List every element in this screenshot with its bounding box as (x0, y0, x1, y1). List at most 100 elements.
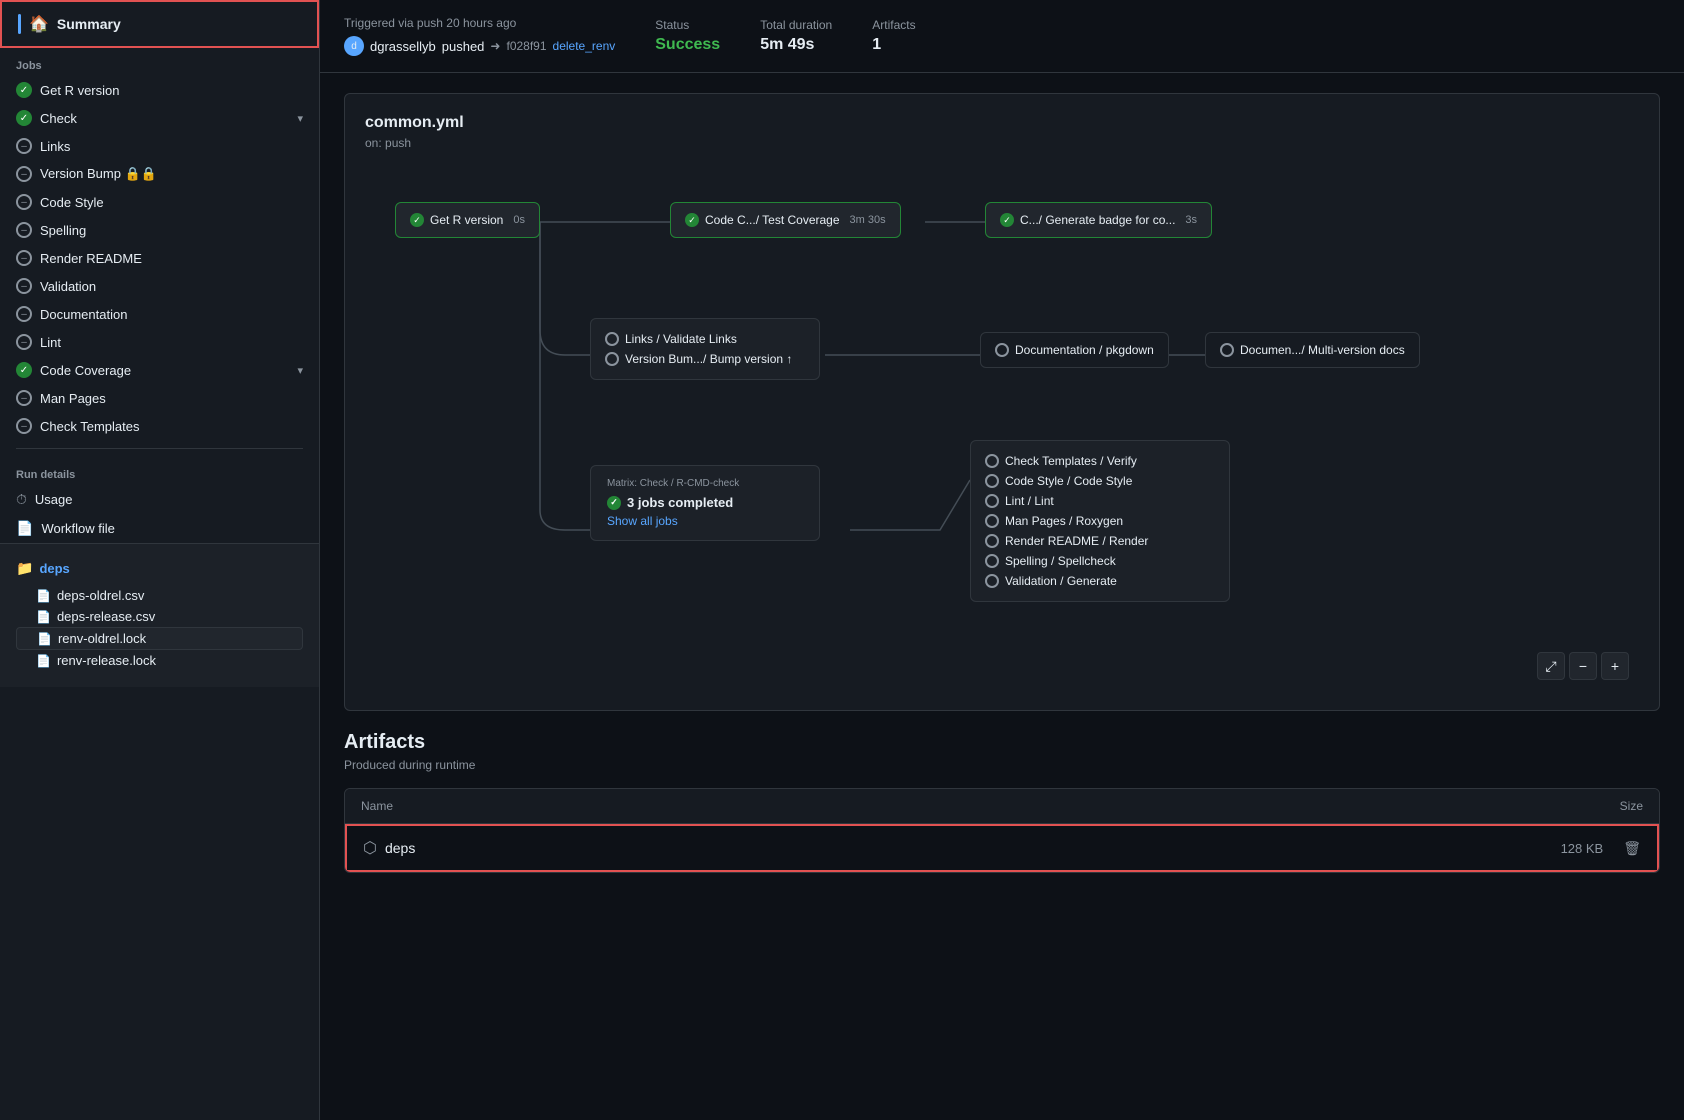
node-label: C.../ Generate badge for co... (1020, 213, 1175, 227)
workflow-section: common.yml on: push (344, 93, 1660, 711)
branch-link[interactable]: delete_renv (553, 39, 616, 53)
sidebar-item-check[interactable]: ✓ Check ▾ (0, 104, 319, 132)
node-row-version-bump[interactable]: Version Bum.../ Bump version ↑ (605, 349, 805, 369)
action-text: pushed (442, 39, 485, 54)
node-generate-badge[interactable]: ✓ C.../ Generate badge for co... 3s (985, 202, 1212, 238)
success-icon: ✓ (16, 110, 32, 126)
job-label: Links (40, 139, 70, 154)
job-label: Version Bump 🔒🔒 (40, 166, 157, 182)
node-duration: 0s (513, 214, 525, 226)
skip-icon (16, 278, 32, 294)
artifacts-title: Artifacts (344, 731, 1660, 754)
artifact-name[interactable]: deps (385, 840, 415, 856)
node-row-validation[interactable]: Validation / Generate (985, 571, 1215, 591)
pending-icon (605, 332, 619, 346)
node-row-code-style[interactable]: Code Style / Code Style (985, 471, 1215, 491)
sidebar-item-documentation[interactable]: Documentation (0, 300, 319, 328)
connector-lines (365, 170, 1639, 690)
job-label: Spelling (40, 223, 86, 238)
node-label: Spelling / Spellcheck (1005, 554, 1116, 568)
trigger-detail: d dgrassellyb pushed ➜ f028f91 delete_re… (344, 36, 615, 56)
jobs-count-text: 3 jobs completed (627, 495, 733, 510)
workflow-file-label: Workflow file (41, 521, 114, 536)
sidebar-summary[interactable]: 🏠 Summary (0, 0, 319, 48)
sidebar-item-version-bump[interactable]: Version Bump 🔒🔒 (0, 160, 319, 188)
file-name: renv-oldrel.lock (58, 631, 146, 646)
node-docs-pkgdown[interactable]: Documentation / pkgdown (980, 332, 1169, 368)
summary-label: Summary (57, 16, 121, 32)
sidebar-item-render-readme[interactable]: Render README (0, 244, 319, 272)
zoom-minus-button[interactable]: − (1569, 652, 1597, 680)
sidebar-item-validation[interactable]: Validation (0, 272, 319, 300)
skip-icon (16, 334, 32, 350)
pending-icon (985, 574, 999, 588)
success-icon: ✓ (1000, 213, 1014, 227)
artifacts-stat: Artifacts 1 (872, 18, 915, 54)
run-details-label: Run details (0, 457, 319, 485)
sidebar-item-get-r-version[interactable]: ✓ Get R version (0, 76, 319, 104)
info-bar: Triggered via push 20 hours ago d dgrass… (320, 0, 1684, 73)
skip-icon (16, 390, 32, 406)
sidebar-item-lint[interactable]: Lint (0, 328, 319, 356)
pending-icon (605, 352, 619, 366)
duration-value: 5m 49s (760, 36, 832, 54)
node-label: Render README / Render (1005, 534, 1148, 548)
skip-icon (16, 306, 32, 322)
node-label: Lint / Lint (1005, 494, 1054, 508)
sidebar-item-code-style[interactable]: Code Style (0, 188, 319, 216)
jobs-section-label: Jobs (0, 48, 319, 76)
sidebar-item-code-coverage[interactable]: ✓ Code Coverage ▾ (0, 356, 319, 384)
sidebar: 🏠 Summary Jobs ✓ Get R version ✓ Check ▾… (0, 0, 320, 1120)
file-item-renv-release-lock[interactable]: 📄 renv-release.lock (16, 650, 303, 671)
artifacts-label: Artifacts (872, 18, 915, 32)
zoom-plus-button[interactable]: + (1601, 652, 1629, 680)
username: dgrassellyb (370, 39, 436, 54)
sidebar-item-workflow-file[interactable]: 📄 Workflow file (0, 514, 319, 543)
node-row-lint[interactable]: Lint / Lint (985, 491, 1215, 511)
usage-label: Usage (35, 492, 73, 507)
file-item-deps-oldrel-csv[interactable]: 📄 deps-oldrel.csv (16, 585, 303, 606)
file-icon: 📄 (36, 589, 51, 603)
status-label: Status (655, 18, 720, 32)
col-size: Size (1620, 799, 1643, 813)
sidebar-item-usage[interactable]: ⏱ Usage (0, 485, 319, 514)
artifact-row-wrapper: ⬡ deps 128 KB 🗑 (345, 824, 1659, 872)
node-row-man-pages[interactable]: Man Pages / Roxygen (985, 511, 1215, 531)
artifacts-table: Name Size ⬡ deps 128 KB 🗑 (344, 788, 1660, 873)
folder-icon: 📁 (16, 560, 33, 577)
node-row-render-readme[interactable]: Render README / Render (985, 531, 1215, 551)
artifacts-subtitle: Produced during runtime (344, 758, 1660, 772)
pending-icon (985, 454, 999, 468)
job-label: Lint (40, 335, 61, 350)
sidebar-item-check-templates[interactable]: Check Templates (0, 412, 319, 440)
file-item-renv-oldrel-lock[interactable]: 📄 renv-oldrel.lock (16, 627, 303, 650)
parallel-jobs-group: Check Templates / Verify Code Style / Co… (970, 440, 1230, 602)
delete-artifact-button[interactable]: 🗑 (1623, 840, 1641, 857)
skip-icon (16, 418, 32, 434)
clock-icon: ⏱ (16, 491, 27, 508)
node-code-coverage[interactable]: ✓ Code C.../ Test Coverage 3m 30s (670, 202, 901, 238)
file-name: deps-release.csv (57, 609, 155, 624)
sidebar-item-man-pages[interactable]: Man Pages (0, 384, 319, 412)
zoom-expand-button[interactable]: ⤢ (1537, 652, 1565, 680)
col-name: Name (361, 799, 393, 813)
workflow-trigger: on: push (365, 136, 1639, 150)
sidebar-item-links[interactable]: Links (0, 132, 319, 160)
job-label: Documentation (40, 307, 127, 322)
node-row-check-templates[interactable]: Check Templates / Verify (985, 451, 1215, 471)
status-value: Success (655, 36, 720, 54)
node-row-links[interactable]: Links / Validate Links (605, 329, 805, 349)
show-all-jobs-link[interactable]: Show all jobs (607, 514, 803, 528)
success-icon: ✓ (410, 213, 424, 227)
node-docs-multi[interactable]: Documen.../ Multi-version docs (1205, 332, 1420, 368)
node-row-spelling[interactable]: Spelling / Spellcheck (985, 551, 1215, 571)
main-content: Triggered via push 20 hours ago d dgrass… (320, 0, 1684, 1120)
node-label: Version Bum.../ Bump version ↑ (625, 352, 792, 366)
node-get-r-version[interactable]: ✓ Get R version 0s (395, 202, 540, 238)
node-label: Get R version (430, 213, 503, 227)
sidebar-item-spelling[interactable]: Spelling (0, 216, 319, 244)
skip-icon (16, 138, 32, 154)
file-item-deps-release-csv[interactable]: 📄 deps-release.csv (16, 606, 303, 627)
node-label: Code Style / Code Style (1005, 474, 1132, 488)
pending-icon (985, 494, 999, 508)
